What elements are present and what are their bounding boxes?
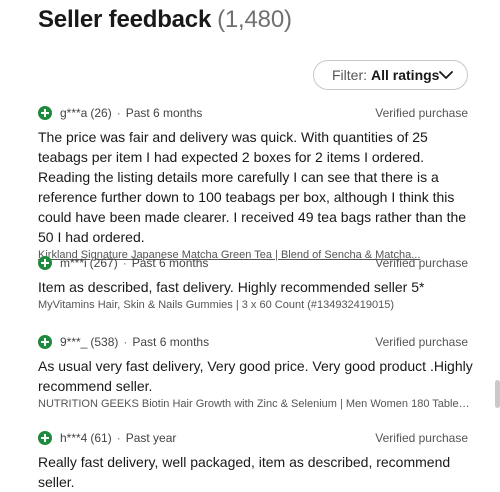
review-time: Past year [125, 431, 177, 445]
verified-purchase: Verified purchase [375, 431, 468, 445]
review-time: Past 6 months [131, 256, 209, 270]
meta-separator: · [116, 106, 121, 120]
review-user: m***i [60, 256, 87, 270]
filter-dropdown[interactable]: Filter: All ratings [313, 60, 468, 90]
review-user: h***4 [60, 431, 88, 445]
review-item-title[interactable]: NUTRITION GEEKS Biotin Hair Growth with … [38, 398, 470, 410]
filter-value: All ratings [371, 67, 440, 83]
review-item: m***i (267) · Past 6 months Verified pur… [38, 253, 478, 311]
review-meta: m***i (267) · Past 6 months Verified pur… [38, 253, 478, 273]
plus-circle-icon [38, 431, 52, 445]
review-user-score: (267) [89, 256, 118, 270]
verified-purchase: Verified purchase [375, 106, 468, 120]
page-title: Seller feedback (1,480) [38, 6, 292, 34]
plus-circle-icon [38, 256, 52, 270]
review-item: g***a (26) · Past 6 months Verified purc… [38, 103, 478, 261]
meta-separator: · [116, 431, 121, 445]
review-text: Item as described, fast delivery. Highly… [38, 279, 425, 295]
review-item: 9***_ (538) · Past 6 months Verified pur… [38, 332, 478, 410]
meta-separator: · [122, 256, 127, 270]
plus-circle-icon [38, 335, 52, 349]
review-user: 9***_ [60, 335, 88, 349]
review-user-score: (61) [90, 431, 112, 445]
feedback-count: (1,480) [217, 6, 292, 33]
review-text: Really fast delivery, well packaged, ite… [38, 454, 451, 490]
review-item: h***4 (61) · Past year Verified purchase… [38, 428, 478, 492]
verified-purchase: Verified purchase [375, 335, 468, 349]
review-meta: 9***_ (538) · Past 6 months Verified pur… [38, 332, 478, 352]
filter-label: Filter: [332, 67, 367, 83]
review-user-score: (26) [90, 106, 112, 120]
review-user-score: (538) [90, 335, 119, 349]
page-title-text: Seller feedback [38, 6, 212, 33]
review-text: The price was fair and delivery was quic… [38, 129, 467, 245]
review-user: g***a [60, 106, 88, 120]
review-meta: h***4 (61) · Past year Verified purchase [38, 428, 478, 448]
plus-circle-icon [38, 106, 52, 120]
scrollbar-thumb[interactable] [495, 380, 500, 408]
review-time: Past 6 months [125, 106, 203, 120]
chevron-down-icon [439, 71, 453, 79]
review-item-title[interactable]: MyVitamins Hair, Skin & Nails Gummies | … [38, 299, 470, 311]
meta-separator: · [123, 335, 128, 349]
verified-purchase: Verified purchase [375, 256, 468, 270]
review-time: Past 6 months [132, 335, 210, 349]
review-meta: g***a (26) · Past 6 months Verified purc… [38, 103, 478, 123]
review-text: As usual very fast delivery, Very good p… [38, 358, 473, 394]
